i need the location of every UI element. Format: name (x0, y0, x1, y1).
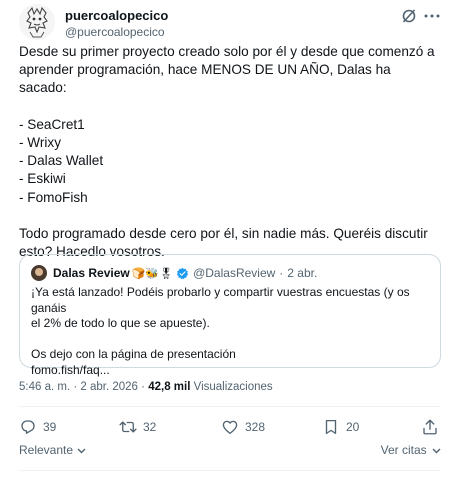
divider (19, 470, 441, 471)
sort-dropdown[interactable]: Relevante (19, 443, 86, 457)
tweet-text-line: Desde su primer proyecto creado solo por… (19, 44, 435, 59)
tweet-text-line: - Wrixy (19, 135, 62, 150)
quoted-name-emojis: 🍞🐝🎖 (131, 267, 174, 280)
grok-icon[interactable] (401, 8, 417, 24)
bookmark-count: 20 (346, 420, 360, 434)
views-label: Visualizaciones (193, 381, 273, 393)
author-block: puercoalopecico @puercoalopecico (65, 8, 168, 40)
quoted-tweet-text: ¡Ya está lanzado! Podéis probarlo y comp… (31, 285, 429, 378)
tweet-text-line: - Eskiwi (19, 171, 66, 187)
retweet-count: 32 (143, 420, 157, 434)
quoted-display-name: Dalas Review (53, 266, 130, 280)
quoted-tweet-header: Dalas Review 🍞🐝🎖 @DalasReview · 2 abr. (31, 264, 429, 282)
bookmark-icon (325, 419, 337, 435)
retweet-button[interactable]: 32 (119, 418, 156, 436)
author-display-name[interactable]: puercoalopecico (65, 8, 168, 24)
quoted-tweet[interactable]: Dalas Review 🍞🐝🎖 @DalasReview · 2 abr. ¡… (19, 254, 441, 377)
action-bar: 39 32 328 20 (19, 418, 441, 438)
tweet-text-line: - FomoFish (19, 189, 88, 205)
chevron-down-icon (432, 448, 441, 454)
retweet-icon (119, 421, 137, 433)
verified-badge-icon (176, 267, 189, 279)
tweet-header: puercoalopecico @puercoalopecico (19, 4, 441, 42)
tweet-text-line: aprender programación, hace MENOS DE UN … (19, 62, 391, 96)
quoted-date: 2 abr. (287, 266, 318, 280)
share-icon (423, 419, 437, 435)
quoted-text-line: fomo.fish/faq... (31, 362, 110, 377)
like-count: 328 (245, 420, 266, 434)
share-button[interactable] (421, 418, 445, 436)
reply-icon (21, 420, 35, 434)
reply-button[interactable]: 39 (19, 418, 56, 436)
bookmark-button[interactable]: 20 (322, 418, 359, 436)
avatar-illustration-icon (19, 4, 55, 40)
quoted-separator: · (279, 266, 284, 280)
quoted-avatar (31, 265, 47, 281)
tweet-date[interactable]: 2 abr. 2026 (80, 381, 138, 393)
divider (19, 406, 441, 407)
tweet-text: Desde su primer proyecto creado solo por… (19, 43, 439, 261)
meta-separator: · (141, 381, 145, 393)
more-icon[interactable] (423, 8, 441, 24)
tweet-text-line: - Dalas Wallet (19, 153, 104, 169)
reply-count: 39 (43, 420, 57, 434)
avatar[interactable] (19, 4, 55, 40)
tweet-meta: 5:46 a. m. · 2 abr. 2026 · 42,8 mil Visu… (19, 381, 273, 393)
tweet-text-blank-line (19, 207, 439, 225)
view-quotes-button[interactable]: Ver citas (381, 443, 441, 457)
tweet-text-line: - SeaCret1 (19, 116, 85, 132)
tweet-text-blank-line (19, 98, 439, 116)
heart-icon (222, 420, 238, 435)
chevron-down-icon (77, 448, 86, 454)
tweet: puercoalopecico @puercoalopecico Desde s… (0, 0, 456, 480)
quoted-handle: @DalasReview (193, 266, 276, 280)
meta-separator: · (73, 381, 78, 393)
quoted-text-line: el 2% de todo lo que se apueste). (31, 316, 210, 330)
quoted-text-line: ¡Ya está lanzado! Podéis probarlo y comp… (31, 285, 410, 315)
quoted-text-line: Os dejo con la página de presentación (31, 347, 236, 361)
view-quotes-label: Ver citas (380, 443, 427, 457)
sort-label: Relevante (19, 443, 74, 457)
views-count: 42,8 mil (148, 381, 191, 393)
like-button[interactable]: 328 (221, 418, 265, 436)
tweet-time[interactable]: 5:46 a. m. (19, 381, 70, 393)
tweet-text-line: Todo programado desde cero por él, sin n… (19, 226, 428, 241)
author-handle[interactable]: @puercoalopecico (65, 24, 168, 40)
quoted-text-blank-line (31, 332, 429, 348)
replies-toolbar: Relevante Ver citas (19, 443, 441, 461)
